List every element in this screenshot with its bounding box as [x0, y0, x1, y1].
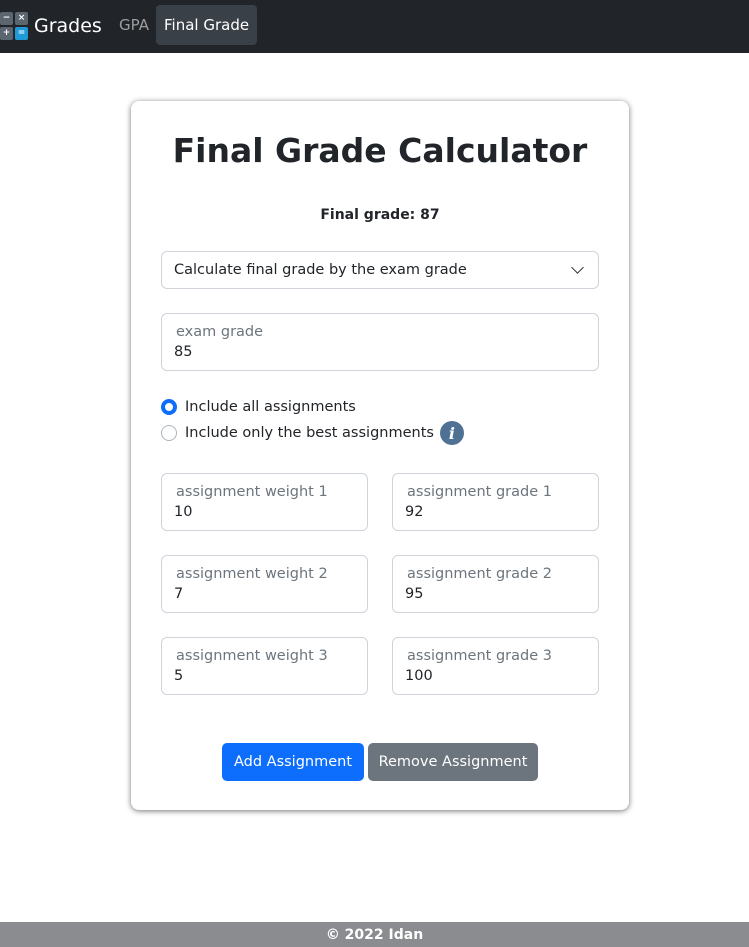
calculation-mode-selected: Calculate final grade by the exam grade: [174, 262, 467, 278]
copyright-text: © 2022 Idan: [325, 926, 424, 943]
calculation-mode-select[interactable]: Calculate final grade by the exam grade: [161, 251, 599, 289]
chevron-down-icon: [571, 261, 584, 274]
brand-title: Grades: [34, 15, 102, 37]
radio-best-label: Include only the best assignments: [185, 425, 434, 441]
add-assignment-button[interactable]: Add Assignment: [222, 743, 364, 781]
assignment-grade-label: assignment grade 3: [407, 648, 552, 664]
assignment-grade-label: assignment grade 2: [407, 566, 552, 582]
assignment-weight-label: assignment weight 1: [176, 484, 328, 500]
navbar: − × + = Grades GPA Final Grade: [0, 0, 749, 53]
calculator-card: Final Grade Calculator Final grade: 87 C…: [131, 101, 629, 810]
calculator-icon: − × + =: [0, 12, 28, 40]
assignment-weight-1-field[interactable]: assignment weight 1 10: [161, 473, 368, 531]
brand-link[interactable]: − × + = Grades: [0, 12, 102, 40]
assignment-grade-2-field[interactable]: assignment grade 2 95: [392, 555, 599, 613]
assignment-weight-value: 7: [174, 586, 184, 602]
assignment-weight-value: 5: [174, 668, 184, 684]
exam-grade-label: exam grade: [176, 324, 264, 340]
assignment-weight-value: 10: [174, 504, 193, 520]
assignment-weight-label: assignment weight 2: [176, 566, 328, 582]
radio-button-checked[interactable]: [161, 399, 177, 415]
nav-link-gpa[interactable]: GPA: [111, 5, 157, 45]
assignment-weight-3-field[interactable]: assignment weight 3 5: [161, 637, 368, 695]
page-title: Final Grade Calculator: [172, 131, 588, 170]
exam-grade-field[interactable]: exam grade 85: [161, 313, 599, 371]
final-grade-result: Final grade: 87: [320, 207, 440, 223]
info-icon[interactable]: i: [439, 421, 464, 445]
nav-link-final-grade[interactable]: Final Grade: [156, 5, 258, 45]
radio-button[interactable]: [161, 425, 177, 441]
assignment-grade-value: 95: [405, 586, 424, 602]
exam-grade-value: 85: [174, 344, 193, 360]
radio-best-assignments[interactable]: Include only the best assignments i: [161, 421, 464, 445]
radio-all-assignments[interactable]: Include all assignments: [161, 396, 356, 418]
remove-assignment-button[interactable]: Remove Assignment: [368, 743, 538, 781]
assignment-grade-3-field[interactable]: assignment grade 3 100: [392, 637, 599, 695]
radio-all-label: Include all assignments: [185, 399, 356, 415]
assignment-grade-value: 92: [405, 504, 424, 520]
assignment-grade-label: assignment grade 1: [407, 484, 552, 500]
assignment-grade-1-field[interactable]: assignment grade 1 92: [392, 473, 599, 531]
assignment-weight-2-field[interactable]: assignment weight 2 7: [161, 555, 368, 613]
footer: © 2022 Idan: [0, 922, 749, 947]
assignment-grade-value: 100: [405, 668, 433, 684]
assignment-weight-label: assignment weight 3: [176, 648, 328, 664]
